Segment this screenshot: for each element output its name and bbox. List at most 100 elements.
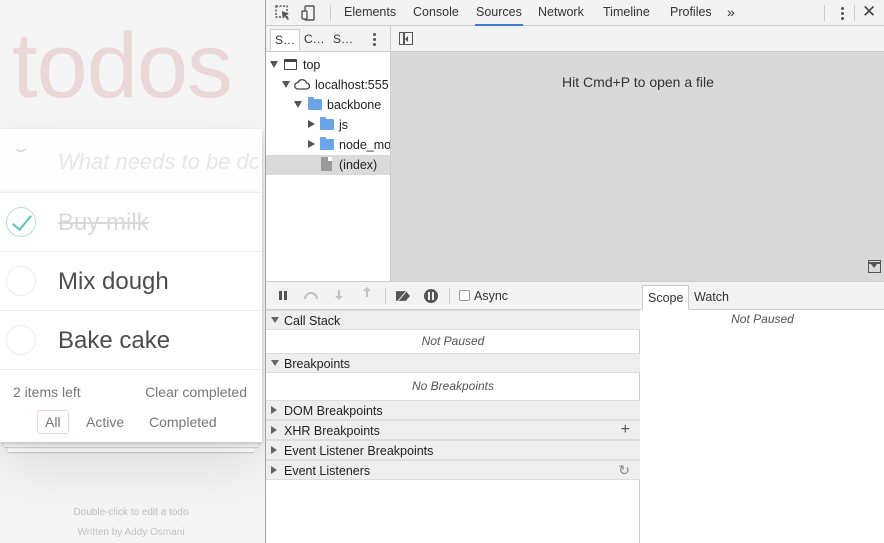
scope-status: Not Paused [731, 312, 794, 326]
section-title: Event Listener Breakpoints [284, 444, 434, 458]
tree-item-label: node_mo [339, 138, 390, 152]
tree-item-top[interactable]: top [266, 55, 390, 75]
open-file-hint: Hit Cmd+P to open a file [562, 74, 714, 90]
navigator-tabs: S… C… S… [266, 26, 390, 52]
tab-elements[interactable]: Elements [343, 0, 397, 26]
section-title: DOM Breakpoints [284, 404, 383, 418]
clear-completed-button[interactable]: Clear completed [145, 384, 247, 400]
author-link[interactable]: Addy Osmani [125, 527, 185, 538]
add-xhr-breakpoint-plus-icon[interactable]: + [621, 422, 630, 438]
section-breakpoints[interactable]: Breakpoints [266, 353, 640, 373]
tab-sources[interactable]: Sources [475, 0, 523, 26]
collapse-arrow-icon[interactable] [271, 446, 277, 454]
tree-item-host[interactable]: localhost:555 [266, 75, 390, 95]
todo-label[interactable]: Buy milk [58, 209, 149, 237]
tab-watch[interactable]: Watch [689, 285, 734, 310]
screen: todos ˇ Buy milk Mix dough Bake cake 2 i… [0, 0, 884, 543]
pause-icon[interactable] [276, 289, 290, 303]
todo-app: todos ˇ Buy milk Mix dough Bake cake 2 i… [0, 0, 265, 543]
section-title: Call Stack [284, 314, 341, 328]
tab-navigator-snippets[interactable]: S… [329, 29, 357, 51]
filter-active[interactable]: Active [78, 410, 132, 434]
scope-tabs: Scope Watch [640, 282, 884, 310]
tab-navigator-sources[interactable]: S… [270, 29, 301, 51]
todo-label[interactable]: Bake cake [58, 327, 170, 355]
expand-arrow-icon[interactable] [294, 101, 302, 108]
toolbar-divider [854, 5, 855, 21]
tab-timeline[interactable]: Timeline [602, 0, 651, 26]
expand-arrow-icon[interactable] [270, 61, 278, 68]
filter-all[interactable]: All [37, 410, 69, 434]
pause-on-exceptions-icon[interactable] [424, 289, 438, 303]
info-written-prefix: Written by [77, 527, 125, 538]
toggle-debugger-icon[interactable] [868, 260, 881, 273]
close-devtools-icon[interactable]: ✕ [862, 2, 876, 22]
expand-arrow-icon[interactable] [271, 317, 279, 323]
refresh-icon[interactable]: ↻ [618, 462, 630, 478]
new-todo-input[interactable] [58, 147, 258, 177]
filters: All Active Completed [0, 410, 262, 436]
tree-item-backbone[interactable]: backbone [266, 95, 390, 115]
toggle-navigator-icon[interactable] [399, 32, 413, 45]
tab-console[interactable]: Console [412, 0, 460, 26]
collapse-arrow-icon[interactable] [308, 140, 315, 148]
todo-complete-checkbox[interactable] [6, 266, 36, 296]
app-title: todos [12, 15, 233, 117]
call-stack-status: Not Paused [421, 334, 485, 348]
collapse-arrow-icon[interactable] [308, 120, 315, 128]
todo-label[interactable]: Mix dough [58, 268, 169, 296]
todo-complete-checkbox[interactable] [6, 325, 36, 355]
section-title: Breakpoints [284, 357, 351, 371]
editor-toolbar [391, 26, 884, 52]
device-mode-icon[interactable] [300, 4, 318, 22]
toggle-all-chevron-icon[interactable]: ˇ [3, 147, 38, 169]
async-checkbox[interactable] [459, 290, 470, 301]
expand-arrow-icon[interactable] [282, 81, 290, 88]
toolbar-divider [449, 288, 450, 304]
step-into-icon[interactable] [332, 289, 346, 303]
tree-item-label: (index) [339, 158, 378, 172]
step-out-icon[interactable] [360, 287, 374, 303]
devtools-panel: Elements Console Sources Network Timelin… [265, 0, 884, 543]
tree-item-js[interactable]: js [266, 115, 390, 135]
card-stack-shadow [8, 447, 254, 452]
todo-footer: 2 items left Clear completed All Active … [0, 375, 262, 442]
todo-item[interactable]: Mix dough [0, 252, 262, 311]
todo-card: ˇ Buy milk Mix dough Bake cake 2 items l… [0, 129, 262, 442]
inspect-element-icon[interactable] [274, 4, 292, 22]
tree-item-index[interactable]: (index) [266, 155, 390, 175]
more-tabs-chevron-icon[interactable]: » [727, 0, 735, 26]
todo-item[interactable]: Bake cake [0, 311, 262, 370]
tree-item-node-modules[interactable]: node_mo [266, 135, 390, 155]
debugger-sidebar: Async Call Stack Not Paused Breakpoints … [266, 281, 640, 543]
customize-menu-icon[interactable] [836, 5, 848, 21]
tab-network[interactable]: Network [537, 0, 585, 26]
collapse-arrow-icon[interactable] [271, 466, 277, 474]
info-edit-hint: Double-click to edit a todo [73, 507, 189, 518]
folder-icon [308, 97, 322, 110]
toolbar-divider [330, 5, 331, 21]
tab-profiles[interactable]: Profiles [669, 0, 713, 26]
section-title: Event Listeners [284, 464, 371, 478]
async-label[interactable]: Async [474, 289, 508, 303]
todo-complete-checkbox[interactable] [6, 207, 36, 237]
tab-navigator-content-scripts[interactable]: C… [300, 29, 329, 51]
todo-item[interactable]: Buy milk [0, 193, 262, 252]
deactivate-breakpoints-icon[interactable] [396, 291, 410, 301]
section-dom-breakpoints[interactable]: DOM Breakpoints [266, 400, 640, 420]
new-todo-row: ˇ [0, 129, 262, 193]
scope-watch-pane: Scope Watch Not Paused [640, 281, 884, 543]
section-call-stack[interactable]: Call Stack [266, 310, 640, 330]
section-xhr-breakpoints[interactable]: XHR Breakpoints + [266, 420, 640, 440]
section-event-listeners[interactable]: Event Listeners ↻ [266, 460, 640, 480]
collapse-arrow-icon[interactable] [271, 406, 277, 414]
card-stack-shadow [4, 442, 258, 447]
filter-completed[interactable]: Completed [141, 410, 225, 434]
sources-navigator: S… C… S… top localhost:555 backbone js n… [266, 26, 391, 281]
navigator-menu-icon[interactable] [372, 32, 378, 46]
collapse-arrow-icon[interactable] [271, 426, 277, 434]
step-over-icon[interactable] [304, 292, 318, 299]
expand-arrow-icon[interactable] [271, 360, 279, 366]
section-event-listener-breakpoints[interactable]: Event Listener Breakpoints [266, 440, 640, 460]
tab-scope[interactable]: Scope [642, 285, 690, 310]
